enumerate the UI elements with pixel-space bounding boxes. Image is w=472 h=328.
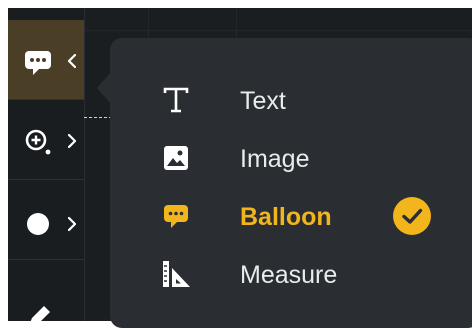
- menu-item-balloon[interactable]: Balloon: [110, 194, 472, 238]
- menu-item-label: Text: [240, 87, 286, 115]
- chevron-right-icon: [67, 133, 77, 149]
- menu-item-label: Balloon: [240, 203, 332, 231]
- menu-item-label: Measure: [240, 261, 338, 289]
- canvas-grid-line: [84, 30, 472, 31]
- pencil-icon: [30, 306, 50, 321]
- color-tool-button[interactable]: [8, 180, 84, 260]
- image-icon: [164, 146, 188, 170]
- menu-item-text[interactable]: Text: [110, 78, 472, 122]
- zoom-tool-button[interactable]: [8, 100, 84, 180]
- speech-bubble-icon: [164, 205, 188, 228]
- chevron-right-icon: [67, 216, 77, 232]
- menu-item-image[interactable]: Image: [110, 136, 472, 180]
- menu-item-label: Image: [240, 145, 310, 173]
- text-T-icon: [163, 87, 189, 113]
- checkmark-icon: [393, 197, 431, 235]
- balloon-tool-button[interactable]: [8, 20, 84, 100]
- chevron-left-icon: [67, 53, 77, 69]
- menu-item-measure[interactable]: Measure: [110, 252, 472, 296]
- filled-circle-icon: [27, 213, 49, 235]
- ruler-triangle-icon: [163, 261, 190, 287]
- magnifier-plus-icon: [25, 129, 51, 155]
- draw-tool-button[interactable]: [8, 260, 84, 321]
- left-toolbar: [8, 8, 85, 321]
- tool-menu-popover: Text Image Balloon Measure: [110, 38, 472, 328]
- speech-bubble-icon: [25, 51, 51, 75]
